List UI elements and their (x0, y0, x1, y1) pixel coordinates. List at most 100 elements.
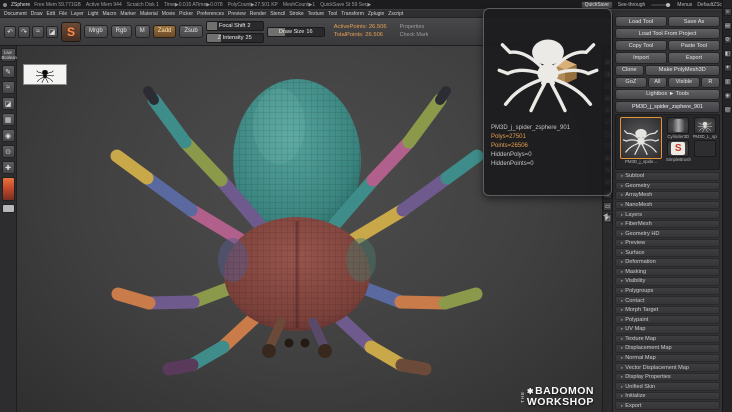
brush-icon[interactable]: ✎ (1, 65, 15, 79)
menu-item[interactable]: File (59, 11, 67, 17)
tool-section-header[interactable]: ▸ Normal Map (615, 353, 720, 363)
menu-item[interactable]: Layer (71, 11, 84, 17)
tool-section-header[interactable]: ▸ Geometry (615, 181, 720, 191)
make-polymesh3d-button[interactable]: Make PolyMesh3D (644, 64, 720, 76)
alpha-icon[interactable]: ◪ (1, 97, 15, 111)
zsub-button[interactable]: Zsub (179, 25, 203, 38)
transform-icon[interactable]: ✚ (1, 161, 15, 175)
menu-item[interactable]: Marker (120, 11, 136, 17)
goz-r-button[interactable]: R (700, 76, 720, 88)
settings-icon[interactable]: ⚙ (723, 36, 732, 44)
tool-section-header[interactable]: ▸ Contact (615, 296, 720, 305)
tool-section-header[interactable]: ▸ Geometry HD (615, 229, 720, 238)
tool-section-header[interactable]: ▸ Displacement Map (615, 344, 720, 353)
tool-section-header[interactable]: ▸ Visibility (615, 277, 720, 286)
tool-section-header[interactable]: ▸ Subtool (615, 171, 720, 181)
menu-item[interactable]: Zscript (388, 11, 403, 17)
redo-icon[interactable]: ↷ (18, 25, 30, 38)
clone-button[interactable]: Clone (615, 64, 644, 76)
menu-handle-icon[interactable]: ≡ (723, 8, 732, 16)
tool-section-header[interactable]: ▸ ArrayMesh (615, 191, 720, 200)
tool-section-header[interactable]: ▸ Deformation (615, 258, 720, 267)
draw-size-slider[interactable]: Draw Size 16 (266, 26, 325, 37)
diamond-icon[interactable]: ◈ (723, 92, 732, 100)
menu-item[interactable]: Zplugin (368, 11, 384, 17)
menu-item[interactable]: Movie (162, 11, 175, 17)
live-boolean-button[interactable]: Live Boolean (0, 48, 17, 63)
tool-section-header[interactable]: ▸ Texture Map (615, 334, 720, 344)
menu-item[interactable]: Edit (46, 11, 55, 17)
goz-all-button[interactable]: All (647, 76, 667, 88)
m-button[interactable]: M (134, 25, 150, 38)
see-through-slider[interactable] (650, 2, 673, 7)
divider-icon[interactable]: ▤ (723, 22, 732, 30)
menu-item[interactable]: Stroke (289, 11, 303, 17)
material-icon[interactable]: ◉ (1, 129, 15, 143)
menu-item[interactable]: Stencil (270, 11, 285, 17)
menu-item[interactable]: Transform (341, 11, 364, 17)
current-brush-button[interactable]: S (61, 21, 81, 42)
slider-knob[interactable] (666, 2, 671, 7)
menu-item[interactable]: Picker (179, 11, 193, 17)
tool-section-header[interactable]: ▸ UV Map (615, 324, 720, 334)
goz-visible-button[interactable]: Visible (668, 76, 700, 88)
stroke-tile-icon[interactable]: ≈ (32, 25, 44, 38)
tool-section-header[interactable]: ▸ Vector Displacement Map (615, 363, 720, 372)
lightbox-tools-button[interactable]: Lightbox ► Tools (615, 88, 720, 100)
undo-icon[interactable]: ↶ (4, 25, 16, 38)
tool-section-header[interactable]: ▸ Preview (615, 238, 720, 248)
menu-item[interactable]: Texture (308, 11, 324, 17)
z-intensity-slider[interactable]: Z Intensity 25 (205, 32, 264, 43)
save-as-button[interactable]: Save As (668, 16, 720, 28)
menus-toggle[interactable]: Menus (677, 2, 692, 8)
panel-divider-handle[interactable]: ◀ (603, 212, 608, 219)
active-tool-thumbnail[interactable] (620, 116, 662, 159)
shade-icon[interactable]: ▧ (723, 106, 732, 114)
tool-section-header[interactable]: ▸ Unified Skin (615, 382, 720, 391)
tool-section-header[interactable]: ▸ Masking (615, 267, 720, 277)
cylinder3d-thumbnail[interactable] (667, 116, 690, 134)
picker-icon[interactable]: ⊙ (1, 145, 15, 159)
load-tool-from-project-button[interactable]: Load Tool From Project (615, 28, 720, 40)
copy-tool-button[interactable]: Copy Tool (615, 40, 667, 52)
menu-item[interactable]: Material (140, 11, 158, 17)
menu-item[interactable]: Render (250, 11, 266, 17)
simplebrush-thumbnail[interactable]: S (667, 140, 690, 158)
dock-icon[interactable]: ◧ (723, 50, 732, 58)
menu-item[interactable]: Document (4, 11, 27, 17)
star-icon[interactable]: ✦ (723, 64, 732, 72)
tool-section-header[interactable]: ▸ Export (615, 401, 720, 411)
menu-item[interactable]: Light (88, 11, 99, 17)
tool-section-header[interactable]: ▸ Layers (615, 210, 720, 219)
stroke-icon[interactable]: ≈ (1, 81, 15, 95)
menu-item[interactable]: Preview (228, 11, 246, 17)
active-tool-name[interactable]: PM3D_j_spider_zsphere_901 (615, 100, 720, 113)
rgb-button[interactable]: Rgb (110, 25, 132, 38)
alpha-tile-icon[interactable]: ◪ (46, 25, 58, 38)
focal-shift-slider[interactable]: Focal Shift 2 (205, 20, 264, 31)
menu-item[interactable]: Tool (328, 11, 337, 17)
tool-preview-3d[interactable] (487, 12, 608, 120)
export-button[interactable]: Export (668, 52, 720, 64)
tool-section-header[interactable]: ▸ Polygroups (615, 286, 720, 296)
paste-tool-button[interactable]: Paste Tool (668, 40, 720, 52)
zadd-button[interactable]: Zadd (152, 25, 177, 38)
tool-section-header[interactable]: ▸ Display Properties (615, 372, 720, 382)
menu-item[interactable]: Preferences (197, 11, 224, 17)
tool-section-header[interactable]: ▸ Polypaint (615, 315, 720, 324)
mrgb-button[interactable]: Mrgb (84, 25, 108, 38)
menu-item[interactable]: Macro (103, 11, 117, 17)
actual-size-icon[interactable]: ▭ (603, 202, 612, 211)
load-tool-button[interactable]: Load Tool (615, 16, 667, 28)
tool-section-header[interactable]: ▸ FiberMesh (615, 219, 720, 229)
menu-item[interactable]: Draw (31, 11, 43, 17)
spider-tool-thumbnail[interactable] (693, 116, 716, 134)
tool-section-header[interactable]: ▸ Morph Target (615, 305, 720, 315)
tool-section-header[interactable]: ▸ Initialize (615, 391, 720, 401)
color-gradient-icon[interactable] (1, 177, 15, 202)
goz-button[interactable]: GoZ (615, 76, 647, 88)
main-color-swatch[interactable] (1, 204, 15, 214)
tool-section-header[interactable]: ▸ NanoMesh (615, 200, 720, 210)
import-button[interactable]: Import (615, 52, 667, 64)
texture-icon[interactable]: ▦ (1, 113, 15, 127)
